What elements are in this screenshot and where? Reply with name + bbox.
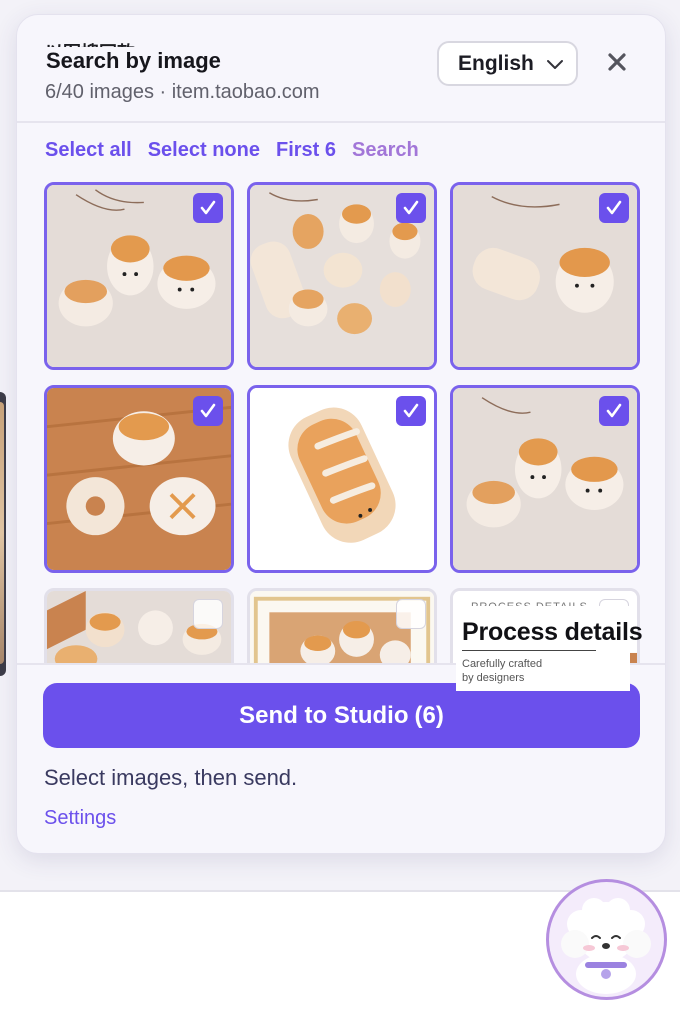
send-button-label: Send to Studio	[239, 701, 409, 729]
checkmark-icon	[200, 200, 216, 215]
image-tile[interactable]	[44, 588, 234, 663]
search-by-image-panel: 以图搜同款 Search by image 6/40 images · item…	[16, 14, 666, 854]
panel-title: Search by image	[46, 48, 221, 73]
chevron-down-icon	[547, 60, 563, 69]
checkmark-icon	[403, 403, 419, 418]
selection-actions: Select all Select none First 6 Search	[45, 139, 419, 162]
process-details-heading: Process details	[462, 618, 643, 646]
close-button[interactable]	[603, 48, 631, 76]
select-all-link[interactable]: Select all	[45, 139, 132, 162]
image-tile[interactable]	[247, 588, 437, 663]
selected-checkbox[interactable]	[193, 396, 223, 426]
cut-off-header-text: 以图搜同款	[45, 33, 175, 47]
image-tile[interactable]	[44, 385, 234, 573]
checkmark-icon	[403, 200, 419, 215]
checkmark-icon	[200, 403, 216, 418]
search-link[interactable]: Search	[352, 139, 419, 162]
dog-avatar-icon	[550, 883, 662, 995]
selected-checkbox[interactable]	[396, 193, 426, 223]
language-value: English	[458, 51, 534, 75]
selected-checkbox[interactable]	[599, 396, 629, 426]
image-tile[interactable]	[247, 385, 437, 573]
panel-header: 以图搜同款 Search by image 6/40 images · item…	[17, 15, 665, 123]
instruction-text: Select images, then send.	[44, 765, 298, 790]
selected-checkbox[interactable]	[396, 396, 426, 426]
image-grid: PROCESS DETAILS	[43, 181, 641, 663]
process-details-card: Process details Carefully crafted by des…	[456, 606, 643, 691]
image-tile[interactable]	[247, 182, 437, 370]
first-six-link[interactable]: First 6	[276, 139, 336, 162]
unselected-checkbox[interactable]	[193, 599, 223, 629]
selected-checkbox[interactable]	[599, 193, 629, 223]
select-none-link[interactable]: Select none	[148, 139, 260, 162]
process-details-line-1: Carefully crafted	[462, 658, 543, 670]
image-tile[interactable]	[450, 385, 640, 573]
close-icon	[608, 53, 626, 71]
image-tile[interactable]	[450, 182, 640, 370]
send-button-count: (6)	[414, 701, 444, 729]
divider-line	[462, 650, 596, 651]
image-tile[interactable]	[44, 182, 234, 370]
background-image-edge	[0, 392, 6, 676]
language-select[interactable]: English	[437, 41, 578, 86]
checkmark-icon	[606, 403, 622, 418]
checkmark-icon	[606, 200, 622, 215]
assistant-avatar-button[interactable]	[546, 879, 667, 1000]
image-count-subtitle: 6/40 images · item.taobao.com	[45, 81, 320, 103]
selected-checkbox[interactable]	[193, 193, 223, 223]
unselected-checkbox[interactable]	[396, 599, 426, 629]
send-to-studio-button[interactable]: Send to Studio (6)	[43, 683, 640, 748]
process-details-line-2: by designers	[462, 672, 525, 684]
settings-link[interactable]: Settings	[44, 807, 116, 830]
